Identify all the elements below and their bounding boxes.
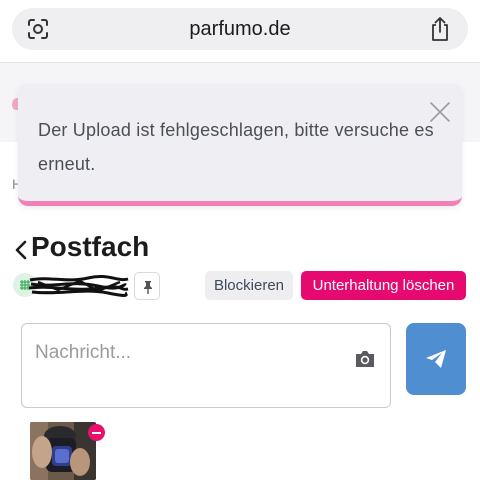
camera-icon[interactable]: [354, 349, 376, 369]
attachment-thumbnail[interactable]: [30, 422, 96, 480]
share-icon[interactable]: [428, 16, 452, 42]
message-placeholder: Nachricht...: [35, 342, 132, 363]
redacted-username: [28, 274, 129, 297]
paper-plane-icon: [426, 350, 446, 368]
close-icon[interactable]: [428, 100, 452, 124]
send-button[interactable]: [406, 323, 466, 395]
message-input[interactable]: Nachricht...: [21, 323, 391, 408]
browser-chrome: parfumo.de: [0, 0, 480, 62]
pin-button[interactable]: [134, 272, 160, 300]
page: parfumo.de H Der Upload ist fehlgeschlag…: [0, 0, 480, 480]
address-bar[interactable]: parfumo.de: [12, 8, 468, 50]
page-title: Postfach: [31, 231, 150, 262]
url-text[interactable]: parfumo.de: [12, 8, 468, 50]
chevron-left-icon[interactable]: [14, 240, 28, 260]
toast-message: Der Upload ist fehlgeschlagen, bitte ver…: [38, 120, 434, 174]
error-toast: Der Upload ist fehlgeschlagen, bitte ver…: [18, 84, 462, 206]
pin-icon: [144, 281, 152, 294]
remove-attachment-button[interactable]: [88, 424, 105, 441]
delete-conversation-button[interactable]: Unterhaltung löschen: [301, 271, 466, 300]
attachment-photo: [30, 422, 96, 480]
block-button[interactable]: Blockieren: [205, 271, 293, 300]
